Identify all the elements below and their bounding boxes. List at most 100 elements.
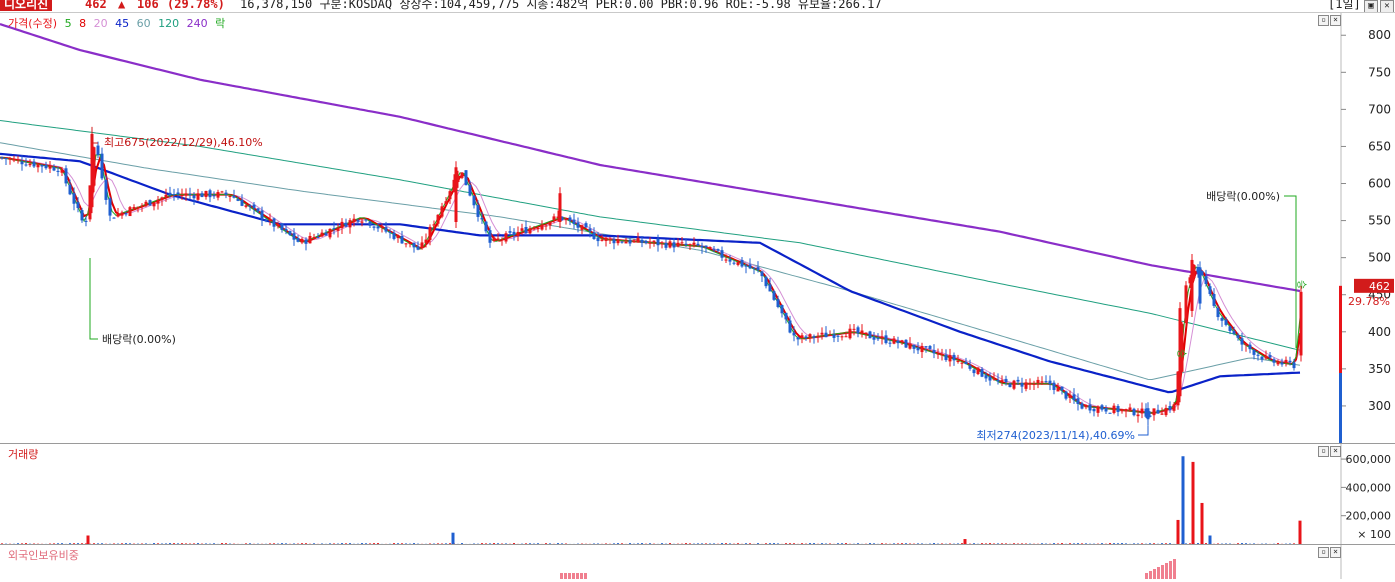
candle-body — [657, 239, 660, 245]
price-tick-label: 800 — [1368, 28, 1391, 42]
candle-body — [993, 379, 996, 380]
candle-body — [445, 201, 448, 204]
candle-body — [421, 242, 424, 248]
candle-body — [9, 159, 12, 160]
candle-body — [937, 354, 940, 355]
high-annotation: 최고675(2022/12/29),46.10% — [104, 136, 263, 149]
candle-body — [1089, 404, 1092, 410]
candle-body — [301, 239, 304, 243]
candle-body — [509, 231, 512, 233]
legend-rak[interactable]: 락 — [215, 17, 225, 30]
candle-body — [1217, 308, 1220, 317]
candle-body — [577, 222, 580, 227]
price-tick-label: 600 — [1368, 177, 1391, 191]
price-chart[interactable]: 800750700650600550500450400350300최고675(2… — [0, 13, 1395, 443]
restore-icon[interactable]: ▣ — [1364, 0, 1378, 13]
candle-body — [145, 202, 148, 205]
candle-body — [229, 196, 232, 197]
panel-minimize-icon[interactable]: ▫ — [1318, 547, 1329, 558]
legend-ma8[interactable]: 8 — [79, 17, 86, 30]
candle-body — [185, 193, 188, 195]
candle-body — [309, 236, 312, 243]
candle-body — [857, 327, 860, 333]
volume-panel[interactable]: 600,000400,000200,000× 100 거래량 ▫ × — [0, 444, 1395, 544]
legend-ma20[interactable]: 20 — [94, 17, 108, 30]
candle-body — [1077, 398, 1080, 404]
candle-body — [949, 355, 952, 361]
legend-price[interactable]: 가격(수정) — [8, 17, 57, 30]
candle-body — [357, 220, 360, 222]
panel-minimize-icon[interactable]: ▫ — [1318, 446, 1329, 457]
candle-body — [649, 243, 652, 244]
candle-body — [269, 219, 272, 221]
price-tick-label: 750 — [1368, 65, 1391, 79]
candle-body — [1041, 381, 1044, 382]
candle-body — [721, 250, 724, 258]
candle-body — [305, 240, 308, 244]
foreign-bar — [564, 573, 567, 579]
volume-bar — [1201, 503, 1204, 544]
legend-ma45[interactable]: 45 — [115, 17, 129, 30]
price-tick-label: 500 — [1368, 251, 1391, 265]
dividend-annotation-1: 배당락(0.00%) — [102, 333, 176, 346]
candle-body — [985, 375, 988, 378]
candle-body — [581, 225, 584, 230]
candle-body — [965, 362, 968, 364]
candle-body — [1001, 380, 1004, 382]
foreign-ownership-panel[interactable]: 외국인보유비중 ▫ × — [0, 545, 1395, 579]
volume-chart[interactable]: 600,000400,000200,000× 100 — [0, 444, 1395, 544]
legend-ma120[interactable]: 120 — [158, 17, 179, 30]
candle-body — [261, 210, 264, 219]
legend-ma240[interactable]: 240 — [187, 17, 208, 30]
candle-body — [1049, 381, 1052, 384]
candle-body — [589, 228, 592, 231]
panel-minimize-icon[interactable]: ▫ — [1318, 15, 1329, 26]
candle-body — [941, 354, 944, 355]
foreign-bar — [584, 573, 587, 579]
foreign-ownership-chart[interactable] — [0, 545, 1395, 579]
candle-body — [333, 228, 336, 229]
volume-title: 거래량 — [8, 446, 38, 462]
candle-body — [469, 185, 472, 196]
price-change: 106 — [137, 0, 159, 11]
candle-body — [405, 243, 408, 244]
candle-body — [249, 205, 252, 206]
candle-body — [161, 197, 164, 200]
candle-body — [1, 157, 4, 158]
candle-body — [169, 193, 172, 195]
legend-ma60[interactable]: 60 — [137, 17, 151, 30]
candle-body — [585, 223, 588, 227]
ma5-line — [0, 155, 1300, 413]
stock-name[interactable]: 디오리진 — [0, 0, 52, 11]
candle-body — [401, 236, 404, 243]
period-selector[interactable]: [1일] — [1328, 0, 1361, 11]
candle-body — [597, 237, 600, 241]
candle-body — [1005, 379, 1008, 382]
candle-body — [881, 336, 884, 338]
candle-body — [901, 340, 904, 342]
candle-body — [1045, 381, 1048, 382]
foreign-bar — [1157, 567, 1160, 579]
candle-body — [853, 329, 856, 330]
price-chart-panel[interactable]: 800750700650600550500450400350300최고675(2… — [0, 13, 1395, 443]
volume-unit-label: × 100 — [1357, 528, 1391, 541]
stock-fundamentals: 16,378,150 구분:KOSDAQ 상장수:104,459,775 시총:… — [240, 0, 882, 11]
candle-body — [1101, 405, 1104, 409]
panel-close-icon[interactable]: × — [1330, 446, 1341, 457]
candle-body — [209, 190, 212, 197]
panel-close-icon[interactable]: × — [1330, 547, 1341, 558]
candle-body — [117, 214, 120, 217]
legend-ma5[interactable]: 5 — [65, 17, 72, 30]
candle-body — [1241, 338, 1244, 344]
candle-body — [1185, 285, 1188, 323]
panel-close-icon[interactable]: × — [1330, 15, 1341, 26]
close-icon[interactable]: ✕ — [1380, 0, 1394, 13]
candle-body — [77, 202, 80, 208]
candle-body — [105, 180, 108, 200]
ma120-line — [0, 121, 1300, 351]
candle-body — [61, 170, 64, 173]
candle-body — [609, 239, 612, 240]
candle-body — [805, 336, 808, 338]
candle-body — [933, 350, 936, 353]
candle-body — [545, 226, 548, 227]
